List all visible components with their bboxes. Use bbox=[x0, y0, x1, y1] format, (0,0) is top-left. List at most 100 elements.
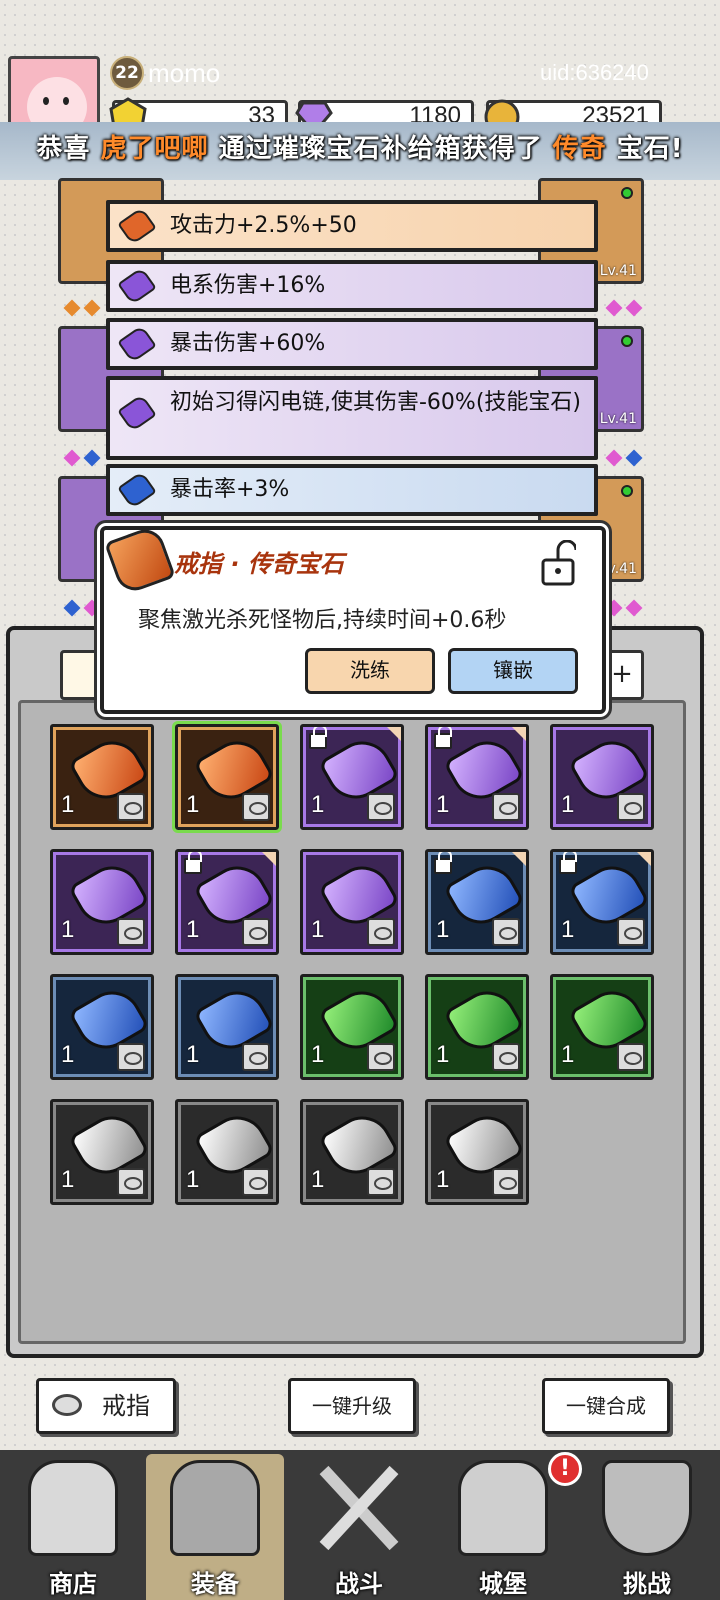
notification-badge: ! bbox=[548, 1452, 582, 1486]
gem-count: 1 bbox=[186, 1166, 200, 1193]
stat-row: 暴击伤害+60% bbox=[106, 318, 598, 370]
nav-battle[interactable]: 战斗 bbox=[290, 1454, 428, 1600]
backpack-icon bbox=[170, 1460, 260, 1556]
ring-type-icon bbox=[367, 1168, 395, 1196]
gem-slot[interactable]: 1 bbox=[50, 724, 154, 830]
lock-icon bbox=[559, 852, 577, 874]
gem-count: 1 bbox=[186, 1041, 200, 1068]
ring-type-icon bbox=[492, 1043, 520, 1071]
ring-type-icon bbox=[617, 1043, 645, 1071]
gem-slot[interactable]: 1 bbox=[175, 849, 279, 955]
stat-row: 初始习得闪电链,使其伤害-60%(技能宝石) bbox=[106, 376, 598, 460]
nav-challenge[interactable]: 挑战 bbox=[578, 1454, 716, 1600]
new-corner-marker bbox=[512, 852, 526, 866]
gem-slot[interactable]: 1 bbox=[300, 1099, 404, 1205]
gem-count: 1 bbox=[186, 916, 200, 943]
broadcast-text: 恭喜 虎了吧唧 通过璀璨宝石补给箱获得了 传奇 宝石! bbox=[36, 134, 684, 164]
ring-type-icon bbox=[242, 1043, 270, 1071]
new-corner-marker bbox=[262, 852, 276, 866]
gem-count: 1 bbox=[311, 791, 325, 818]
gem-slot[interactable]: 1 bbox=[172, 721, 282, 833]
gem-description: 聚焦激光杀死怪物后,持续时间+0.6秒 bbox=[138, 608, 507, 633]
new-corner-marker bbox=[637, 852, 651, 866]
ring-type-icon bbox=[242, 1168, 270, 1196]
gem-count: 1 bbox=[561, 1041, 575, 1068]
gem-count: 1 bbox=[311, 1166, 325, 1193]
ring-type-icon bbox=[367, 1043, 395, 1071]
ring-type-icon bbox=[117, 1043, 145, 1071]
gem-count: 1 bbox=[311, 1041, 325, 1068]
uid-label: uid:636240 bbox=[540, 60, 649, 85]
gem-slot[interactable]: 1 bbox=[550, 849, 654, 955]
slot-level: Lv.41 bbox=[599, 263, 637, 279]
gem-count: 1 bbox=[436, 791, 450, 818]
gem-count: 1 bbox=[436, 1166, 450, 1193]
lock-icon bbox=[434, 852, 452, 874]
upgrade-all-button[interactable]: 一键升级 bbox=[288, 1378, 416, 1434]
shield-icon bbox=[602, 1460, 692, 1556]
stat-row: 电系伤害+16% bbox=[106, 260, 598, 312]
ring-type-icon bbox=[242, 793, 270, 821]
gem-count: 1 bbox=[436, 1041, 450, 1068]
ring-type-icon bbox=[117, 1168, 145, 1196]
gem-icon bbox=[117, 393, 157, 433]
gem-slot[interactable]: 1 bbox=[550, 974, 654, 1080]
gem-slot[interactable]: 1 bbox=[550, 724, 654, 830]
gem-slot[interactable]: 1 bbox=[175, 974, 279, 1080]
gem-slot[interactable]: 1 bbox=[50, 1099, 154, 1205]
gem-slot[interactable]: 1 bbox=[300, 974, 404, 1080]
gem-slot[interactable]: 1 bbox=[425, 1099, 529, 1205]
gem-icon bbox=[117, 266, 157, 306]
gem-count: 1 bbox=[61, 916, 75, 943]
gem-slot[interactable]: 1 bbox=[50, 974, 154, 1080]
shop-icon bbox=[28, 1460, 118, 1556]
reforge-button[interactable]: 洗练 bbox=[305, 648, 435, 694]
nav-equipment[interactable]: 装备 bbox=[146, 1454, 284, 1600]
gem-slot[interactable]: 1 bbox=[425, 974, 529, 1080]
ring-type-icon bbox=[492, 918, 520, 946]
gem-icon bbox=[117, 206, 157, 246]
inlay-button[interactable]: 镶嵌 bbox=[448, 648, 578, 694]
ring-type-icon bbox=[242, 918, 270, 946]
gem-count: 1 bbox=[61, 1041, 75, 1068]
merge-all-button[interactable]: 一键合成 bbox=[542, 1378, 670, 1434]
gem-slot[interactable]: 1 bbox=[425, 724, 529, 830]
gem-count: 1 bbox=[561, 791, 575, 818]
stat-row: 攻击力+2.5%+50 bbox=[106, 200, 598, 252]
gem-slot[interactable]: 1 bbox=[300, 849, 404, 955]
gem-count: 1 bbox=[311, 916, 325, 943]
gem-slot[interactable]: 1 bbox=[50, 849, 154, 955]
lock-icon bbox=[184, 852, 202, 874]
ring-type-icon bbox=[117, 918, 145, 946]
gem-count: 1 bbox=[436, 916, 450, 943]
ring-type-icon bbox=[617, 918, 645, 946]
nav-shop[interactable]: 商店 bbox=[4, 1454, 142, 1600]
gem-slot[interactable]: 1 bbox=[300, 724, 404, 830]
gem-count: 1 bbox=[561, 916, 575, 943]
gem-title: 戒指 · 传奇宝石 bbox=[174, 550, 344, 578]
ring-type-icon bbox=[492, 1168, 520, 1196]
new-corner-marker bbox=[387, 727, 401, 741]
gem-slot[interactable]: 1 bbox=[175, 1099, 279, 1205]
ring-type-icon bbox=[367, 918, 395, 946]
add-button[interactable]: + bbox=[600, 650, 644, 700]
unlock-icon[interactable] bbox=[540, 540, 576, 586]
player-name: momo bbox=[148, 58, 221, 88]
ring-type-icon bbox=[492, 793, 520, 821]
lock-icon bbox=[309, 727, 327, 749]
stat-row: 暴击率+3% bbox=[106, 464, 598, 516]
gem-count: 1 bbox=[61, 1166, 75, 1193]
gem-icon bbox=[117, 324, 157, 364]
panel-tab-icon[interactable] bbox=[60, 650, 104, 700]
slot-level: Lv.41 bbox=[599, 411, 637, 427]
ring-type-icon bbox=[367, 793, 395, 821]
gem-count: 1 bbox=[61, 791, 75, 818]
ring-icon bbox=[52, 1394, 82, 1416]
castle-icon bbox=[458, 1460, 548, 1556]
ring-filter-label: 戒指 bbox=[102, 1392, 150, 1420]
crossed-swords-icon bbox=[319, 1465, 399, 1551]
level-badge: 22 bbox=[110, 56, 144, 90]
lock-icon bbox=[434, 727, 452, 749]
ring-type-icon bbox=[117, 793, 145, 821]
gem-slot[interactable]: 1 bbox=[425, 849, 529, 955]
